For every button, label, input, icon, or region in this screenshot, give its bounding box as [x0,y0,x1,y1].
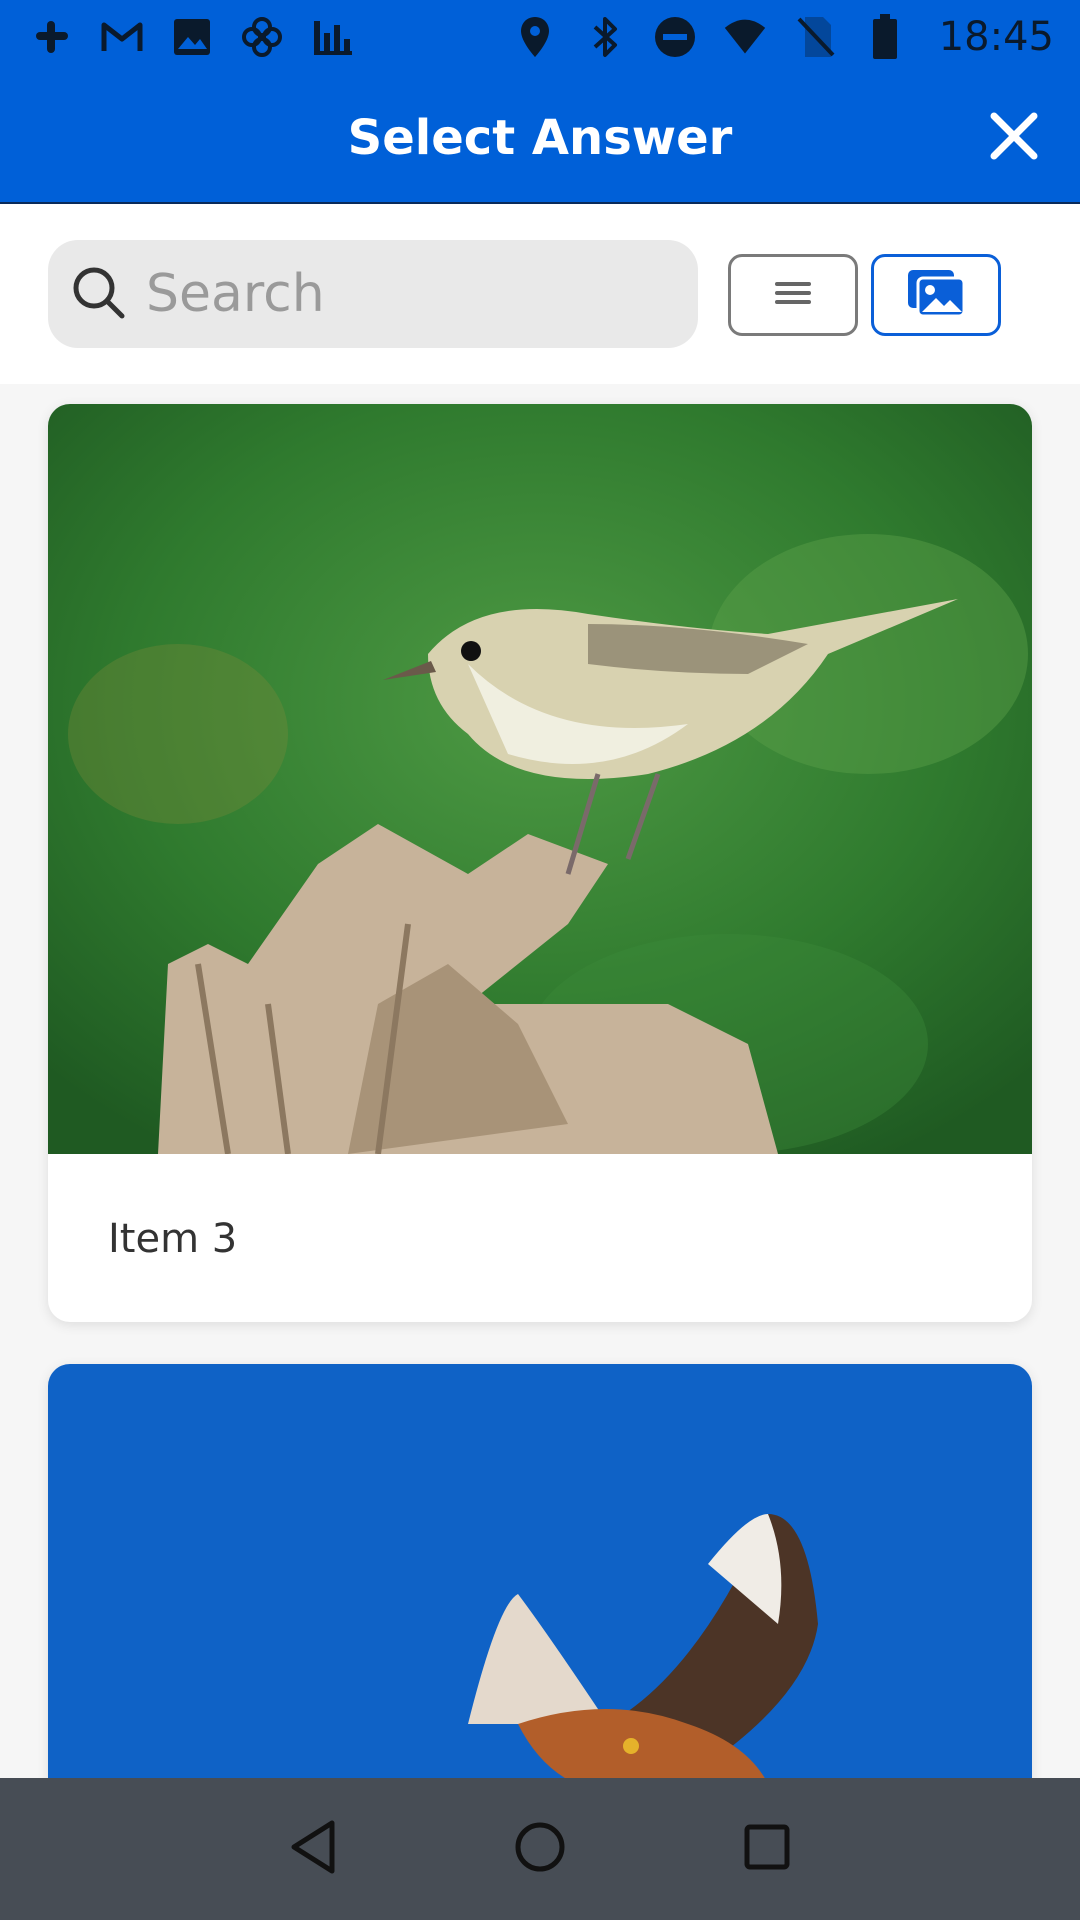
list-view-button[interactable] [728,254,858,336]
answer-label: Item 3 [108,1216,238,1262]
gallery-view-button[interactable] [871,254,1001,336]
app-bar: Select Answer [0,74,1080,202]
back-button[interactable] [273,1809,353,1889]
image-icon [906,268,966,322]
answer-card[interactable] [48,1364,1032,1778]
recents-icon [742,1822,792,1876]
gallery-icon [170,15,214,59]
nav-bar [0,1778,1080,1920]
red-kite-image [48,1364,1032,1778]
location-icon [513,15,557,59]
wifi-icon [723,15,767,59]
home-icon [512,1819,568,1879]
stats-icon [310,15,354,59]
status-right-icons: 18:45 [513,14,1054,60]
search-input[interactable] [144,263,684,325]
search-box[interactable] [48,240,698,348]
warbler-image [48,404,1032,1154]
status-left-icons [30,15,354,59]
recents-button[interactable] [727,1809,807,1889]
close-button[interactable] [984,108,1044,168]
no-sim-icon [793,15,837,59]
close-icon [989,111,1039,165]
gmail-icon [100,15,144,59]
toolbar [0,204,1080,384]
page-title: Select Answer [347,110,733,166]
do-not-disturb-icon [653,15,697,59]
home-button[interactable] [500,1809,580,1889]
slack-icon [30,15,74,59]
back-icon [288,1819,338,1879]
pinwheel-icon [240,15,284,59]
answer-card[interactable]: Item 3 [48,404,1032,1322]
bluetooth-icon [583,15,627,59]
search-icon [68,262,128,326]
status-time: 18:45 [938,14,1054,60]
battery-icon [863,14,907,59]
answer-list: Item 3 [0,384,1080,1778]
list-icon [773,279,813,311]
status-bar: 18:45 [0,0,1080,74]
